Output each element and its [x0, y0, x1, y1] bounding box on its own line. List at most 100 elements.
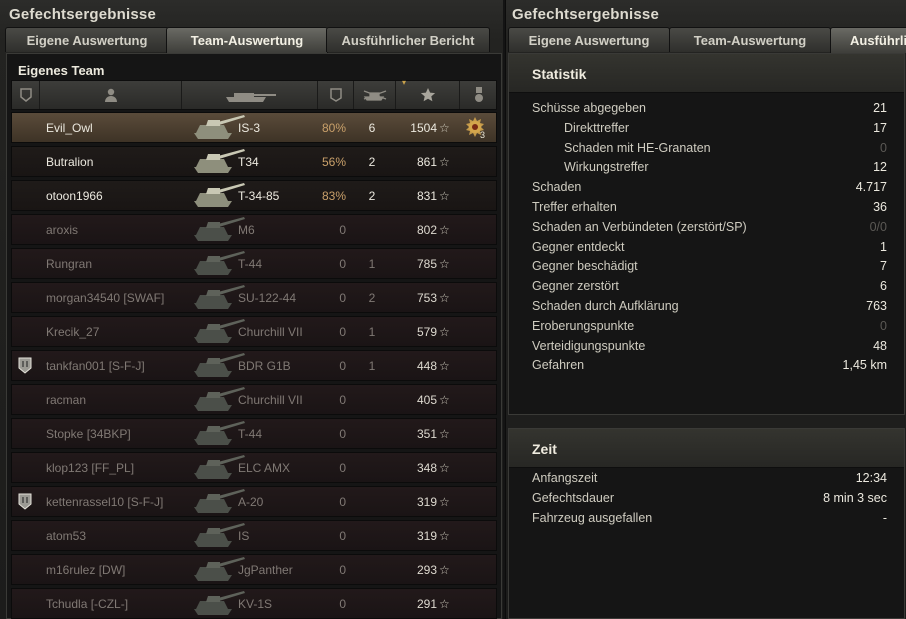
table-row[interactable]: atom53 IS 0 319 ☆: [11, 520, 497, 551]
table-row[interactable]: m16rulez [DW] JgPanther 0 293 ☆: [11, 554, 497, 585]
stat-label: Treffer erhalten: [532, 200, 617, 214]
tank-column-icon[interactable]: [182, 81, 318, 109]
time-title: Zeit: [532, 441, 557, 457]
platoon-column-icon[interactable]: [12, 81, 40, 109]
stat-value: 48: [873, 338, 887, 353]
time-value: -: [882, 511, 887, 525]
time-label: Gefechtsdauer: [532, 491, 614, 505]
tank-name: A-20: [238, 495, 264, 509]
tab-detailed-report[interactable]: Ausführlicher Bericht: [326, 27, 490, 52]
table-row[interactable]: Butralion T34 56% 2 861 ☆: [11, 146, 497, 177]
table-row[interactable]: Krecik_27 Churchill VII 0 1 579 ☆: [11, 316, 497, 347]
time-label: Fahrzeug ausgefallen: [532, 511, 653, 525]
damage-value: 0: [339, 359, 346, 373]
table-row[interactable]: klop123 [FF_PL] ELC AMX 0 348 ☆: [11, 452, 497, 483]
player-name: morgan34540 [SWAF]: [46, 291, 165, 305]
table-row[interactable]: Rungran T-44 0 1 785 ☆: [11, 248, 497, 279]
star-icon: ☆: [439, 495, 450, 509]
table-row[interactable]: racman Churchill VII 0 405 ☆: [11, 384, 497, 415]
stat-row: Gegner beschädigt 7: [509, 256, 904, 276]
kills-value: 1: [368, 325, 376, 339]
kills-column-icon[interactable]: [354, 81, 396, 109]
stat-label: Schaden durch Aufklärung: [532, 299, 679, 313]
star-icon: ☆: [439, 121, 450, 135]
platoon-icon: [18, 493, 32, 510]
star-icon: ☆: [439, 257, 450, 271]
medal-count: 3: [480, 130, 486, 140]
tank-name: T34: [238, 155, 259, 169]
player-name: Butralion: [46, 155, 94, 169]
damage-value: 0: [339, 461, 346, 475]
tank-name: Churchill VII: [238, 325, 303, 339]
damage-column-icon[interactable]: [318, 81, 354, 109]
medal-column-icon[interactable]: [460, 81, 498, 109]
damage-value: 0: [339, 427, 346, 441]
medal-icon[interactable]: 3: [464, 116, 490, 140]
time-row: Fahrzeug ausgefallen -: [509, 508, 904, 528]
xp-value: 291: [416, 597, 437, 611]
tank-name: T-44: [238, 427, 263, 441]
stat-value: 17: [873, 120, 887, 135]
kills-value: 2: [368, 155, 376, 169]
statistics-title: Statistik: [532, 66, 587, 82]
table-row[interactable]: Evil_Owl IS-3 80% 6 1504 ☆ 3: [11, 112, 497, 143]
stat-row: Direkttreffer 17: [509, 118, 904, 138]
star-icon: ☆: [439, 359, 450, 373]
stat-value: 1,45 km: [842, 358, 887, 373]
platoon-icon: [18, 357, 32, 374]
stat-label: Schaden an Verbündeten (zerstört/SP): [532, 219, 747, 234]
stat-row: Wirkungstreffer 12: [509, 157, 904, 177]
xp-value: 351: [416, 427, 437, 441]
damage-value: 0: [339, 393, 346, 407]
table-row[interactable]: Tchudla [-CZL-] KV-1S 0 291 ☆: [11, 588, 497, 619]
stat-row: Schüsse abgegeben 21: [509, 98, 904, 118]
xp-value: 861: [416, 155, 437, 169]
stat-label: Schüsse abgegeben: [532, 101, 646, 115]
table-row[interactable]: morgan34540 [SWAF] SU-122-44 0 2 753 ☆: [11, 282, 497, 313]
time-value: 8 min 3 sec: [823, 491, 887, 505]
table-row[interactable]: tankfan001 [S-F-J] BDR G1B 0 1 448 ☆: [11, 350, 497, 381]
player-column-icon[interactable]: [40, 81, 182, 109]
tab-own-evaluation[interactable]: Eigene Auswertung: [508, 27, 670, 52]
player-name: kettenrassel10 [S-F-J]: [46, 495, 164, 509]
tank-name: BDR G1B: [238, 359, 291, 373]
table-row[interactable]: otoon1966 T-34-85 83% 2 831 ☆: [11, 180, 497, 211]
xp-value: 785: [416, 257, 437, 271]
time-row: Anfangszeit 12:34: [509, 468, 904, 488]
stat-label: Schaden mit HE-Granaten: [564, 140, 711, 155]
stat-label: Schaden: [532, 180, 582, 195]
xp-value: 802: [416, 223, 437, 237]
stat-row: Schaden durch Aufklärung 763: [509, 296, 904, 316]
player-name: tankfan001 [S-F-J]: [46, 359, 145, 373]
stat-value: 6: [880, 279, 887, 294]
player-name: Krecik_27: [46, 325, 100, 339]
table-row[interactable]: aroxis M6 0 802 ☆: [11, 214, 497, 245]
tank-name: SU-122-44: [238, 291, 297, 305]
damage-value: 0: [339, 597, 346, 611]
xp-value: 831: [416, 189, 437, 203]
damage-value: 0: [339, 495, 346, 509]
xp-column-icon[interactable]: ▾: [396, 78, 460, 109]
tab-team-evaluation[interactable]: Team-Auswertung: [669, 27, 831, 52]
stat-value: 21: [873, 101, 887, 115]
damage-value: 0: [339, 529, 346, 543]
stat-row: Gegner entdeckt 1: [509, 237, 904, 257]
xp-value: 319: [416, 529, 437, 543]
team-panel: Eigenes Team ▾ Evil_Owl IS-3 80% 6 1504 …: [6, 53, 502, 619]
stat-row: Treffer erhalten 36: [509, 197, 904, 217]
stat-row: Gegner zerstört 6: [509, 276, 904, 296]
player-name: aroxis: [46, 223, 79, 237]
star-icon: ☆: [439, 223, 450, 237]
player-name: m16rulez [DW]: [46, 563, 126, 577]
window-title: Gefechtsergebnisse: [512, 6, 659, 23]
tab-detailed-report[interactable]: Ausführlic: [830, 27, 906, 53]
sort-chevron-icon: ▾: [402, 78, 407, 87]
damage-value: 0: [339, 325, 346, 339]
damage-value: 56%: [321, 155, 346, 169]
stat-label: Gefahren: [532, 358, 585, 373]
table-row[interactable]: kettenrassel10 [S-F-J] A-20 0 319 ☆: [11, 486, 497, 517]
table-row[interactable]: Stopke [34BKP] T-44 0 351 ☆: [11, 418, 497, 449]
tab-team-evaluation[interactable]: Team-Auswertung: [166, 27, 328, 53]
tab-own-evaluation[interactable]: Eigene Auswertung: [5, 27, 169, 52]
xp-value: 1504: [410, 121, 437, 135]
